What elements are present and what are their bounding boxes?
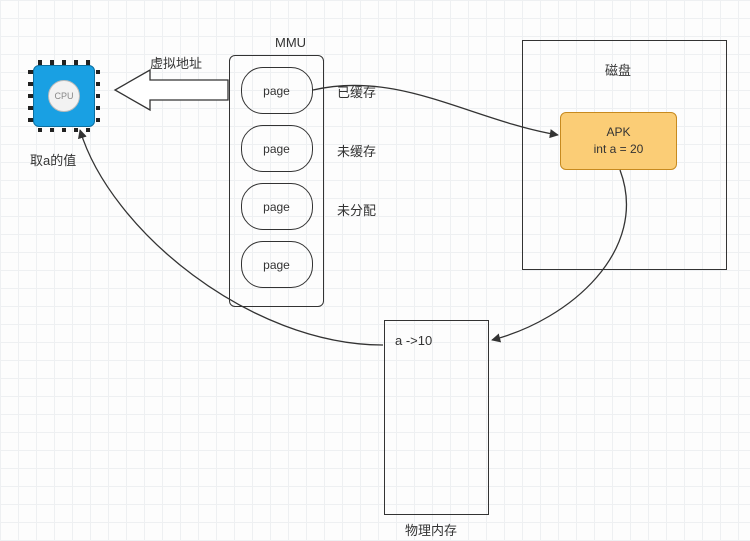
page-label: page [263,258,290,272]
apk-box: APK int a = 20 [560,112,677,170]
page-status-not-allocated: 未分配 [337,200,376,219]
page-label: page [263,200,290,214]
apk-name: APK [606,124,630,141]
page-label: page [263,142,290,156]
cpu-chip-label: CPU [54,91,73,101]
physical-memory-value: a ->10 [395,333,478,348]
page-status-cached: 已缓存 [337,82,376,101]
hollow-arrow-icon [115,70,228,110]
physical-memory-box: a ->10 [384,320,489,515]
mmu-page: page [241,183,313,230]
physical-memory-label: 物理内存 [405,520,457,539]
mmu-page: page [241,241,313,288]
cpu-caption: 取a的值 [30,150,76,169]
cpu-icon: CPU [48,80,80,112]
mmu-title: MMU [275,35,306,50]
virtual-address-label: 虚拟地址 [150,53,202,72]
page-status-not-cached: 未缓存 [337,141,376,160]
mmu-box: page page page page [229,55,324,307]
mmu-page: page [241,67,313,114]
disk-title: 磁盘 [605,60,631,79]
apk-code: int a = 20 [594,141,644,158]
cpu-chip: CPU [33,65,95,127]
page-label: page [263,84,290,98]
mmu-page: page [241,125,313,172]
